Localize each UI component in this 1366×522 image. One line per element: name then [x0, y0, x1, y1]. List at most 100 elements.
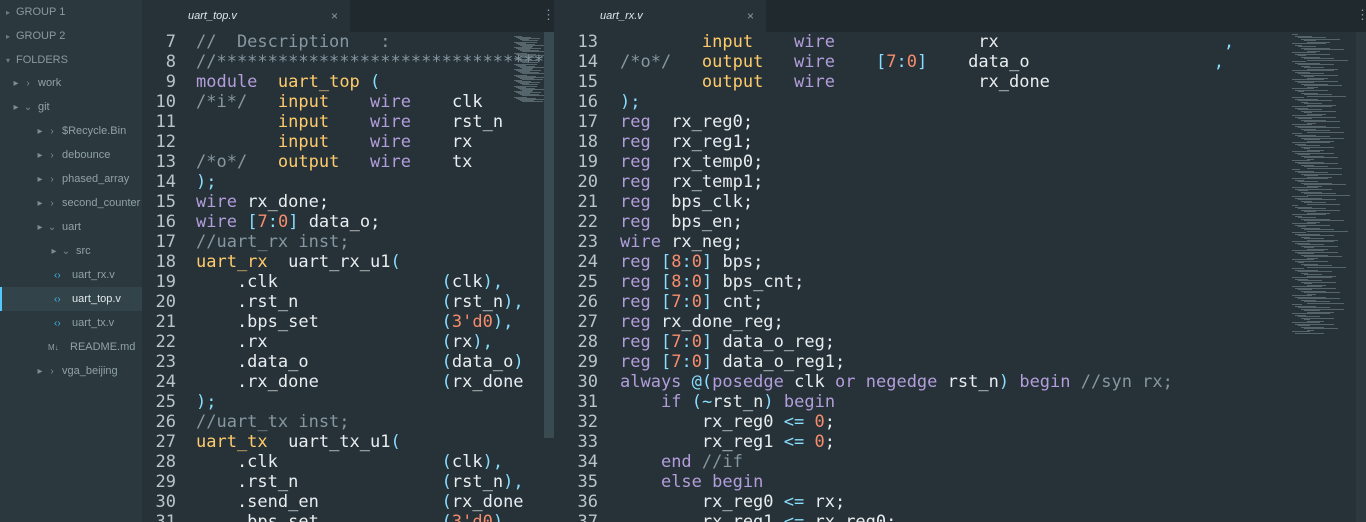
code-text: always @(posedge clk or negedge rst_n) b… [620, 372, 1173, 392]
tree-item-uart-top-v[interactable]: ‹› uart_top.v [0, 287, 142, 311]
folders-header[interactable]: ▾ FOLDERS [0, 49, 142, 71]
line-number: 21 [577, 192, 598, 212]
code-text: .rx_done (rx_done [196, 372, 524, 392]
minimap-mark [522, 56, 543, 58]
line-number: 25 [155, 392, 176, 412]
line-number: 17 [155, 232, 176, 252]
line-number: 15 [155, 192, 176, 212]
code-text: input wire rst_n [277, 112, 504, 132]
code-text: .rst_n (rst_n), [196, 292, 524, 312]
tree-item-phased-array[interactable]: ▸ › phased_array [0, 167, 142, 191]
group-1-header[interactable]: ▸ GROUP 1 [0, 1, 142, 23]
disclosure-triangle-icon[interactable]: ▸ [34, 360, 46, 384]
code-text: ); [196, 392, 217, 412]
disclosure-triangle-icon[interactable]: ▸ [48, 240, 60, 264]
markdown-file-icon: M↓ [48, 343, 59, 352]
chevron-right-icon: › [50, 150, 54, 161]
group-2-header[interactable]: ▸ GROUP 2 [0, 25, 142, 47]
close-icon[interactable]: × [747, 0, 754, 32]
tree-item-label: $Recycle.Bin [62, 125, 127, 137]
disclosure-triangle-icon[interactable]: ▸ [34, 192, 46, 216]
tree-item-label: uart_tx.v [72, 317, 115, 329]
code-text: output wire rx_done [701, 72, 1050, 92]
tree-item-second-counter[interactable]: ▸ › second_counter [0, 191, 142, 215]
code-file-icon: ‹› [54, 270, 61, 281]
disclosure-triangle-icon[interactable]: ▸ [34, 144, 46, 168]
chevron-right-icon: ▸ [6, 8, 11, 17]
minimap-right[interactable] [1290, 32, 1356, 522]
code-text: rx_reg1 <= rx_reg0; [620, 512, 897, 522]
tab-bar-right: ‹ › uart_rx.v × ⋮ [554, 0, 1366, 32]
code-text: reg bps_clk; [620, 192, 754, 212]
line-number: 16 [577, 92, 598, 112]
chevron-down-icon: ⌄ [23, 102, 33, 113]
tree-item-readme-md[interactable]: M↓ README.md [0, 335, 142, 359]
tree-item-vga-beijing[interactable]: ▸ › vga_beijing [0, 359, 142, 383]
sidebar: ▸ GROUP 1 ▸ GROUP 2 ▾ FOLDERS ▸ › work ▸ ⌄ git ▸ ›… [0, 0, 142, 522]
minimap-left[interactable] [512, 32, 548, 522]
tree-item-label: git [38, 101, 50, 113]
scrollbar-left[interactable] [544, 32, 554, 438]
code-text: .clk (clk), [196, 452, 504, 472]
line-number: 12 [155, 132, 176, 152]
tree-item-label: src [76, 245, 91, 257]
minimap-mark [1307, 230, 1348, 232]
minimap-mark [1307, 167, 1342, 169]
code-text: // Description : [196, 32, 391, 52]
disclosure-triangle-icon[interactable]: ▸ [34, 216, 46, 240]
tree-item-label: uart_top.v [72, 293, 121, 305]
tab-title: uart_top.v [188, 10, 237, 22]
line-number: 18 [577, 132, 598, 152]
line-number: 35 [577, 472, 598, 492]
code-text: reg rx_reg0; [620, 112, 754, 132]
tree-item-uart-tx-v[interactable]: ‹› uart_tx.v [0, 311, 142, 335]
code-text: .send_en (rx_done [196, 492, 524, 512]
line-number: 19 [155, 272, 176, 292]
code-text: .rst_n (rst_n), [196, 472, 524, 492]
disclosure-triangle-icon[interactable]: ▸ [34, 168, 46, 192]
tree-item-uart-rx-v[interactable]: ‹› uart_rx.v [0, 263, 142, 287]
line-number: 24 [577, 252, 598, 272]
code-text: .rx (rx), [196, 332, 493, 352]
chevron-right-icon: › [26, 78, 30, 89]
close-icon[interactable]: × [331, 0, 338, 32]
minimap-mark [1307, 95, 1346, 97]
code-text: input wire rx , [701, 32, 1235, 52]
disclosure-triangle-icon[interactable]: ▸ [10, 96, 22, 120]
line-number: 11 [155, 112, 176, 132]
disclosure-triangle-icon[interactable]: ▸ [10, 72, 22, 96]
minimap-mark [1307, 131, 1344, 133]
code-text: /*o*/ output wire tx [196, 152, 473, 172]
chevron-down-icon: ⌄ [61, 246, 71, 257]
disclosure-triangle-icon[interactable]: ▸ [34, 120, 46, 144]
code-text: uart_rx uart_rx_u1( [196, 252, 401, 272]
menu-dots-icon[interactable]: ⋮ [542, 0, 554, 32]
line-number: 34 [577, 452, 598, 472]
tree-item-src[interactable]: ▸ ⌄ src [0, 239, 142, 263]
tree-item-git[interactable]: ▸ ⌄ git [0, 95, 142, 119]
tab-uart-top[interactable]: uart_top.v × [142, 0, 350, 32]
code-text: uart_tx uart_tx_u1( [196, 432, 401, 452]
line-number: 8 [165, 52, 176, 72]
group-2-label: GROUP 2 [16, 30, 66, 42]
minimap-mark [1307, 302, 1344, 304]
line-number: 23 [577, 232, 598, 252]
scrollbar-right[interactable] [1356, 32, 1366, 522]
line-number: 9 [165, 72, 176, 92]
chevron-right-icon: ▸ [6, 32, 11, 41]
code-text: reg rx_reg1; [620, 132, 754, 152]
line-number: 25 [577, 272, 598, 292]
tree-item--recycle-bin[interactable]: ▸ › $Recycle.Bin [0, 119, 142, 143]
tree-item-work[interactable]: ▸ › work [0, 71, 142, 95]
chevron-down-icon: ⌄ [47, 222, 57, 233]
line-number: 27 [155, 432, 176, 452]
tree-item-uart[interactable]: ▸ ⌄ uart [0, 215, 142, 239]
menu-dots-icon[interactable]: ⋮ [1356, 0, 1366, 32]
minimap-mark [522, 100, 543, 102]
code-text: reg [7:0] data_o_reg; [620, 332, 836, 352]
line-number: 16 [155, 212, 176, 232]
editor-pane-left: ‹ › uart_top.v × ⋮ 7 // Description : 8 //*… [142, 0, 554, 522]
line-number: 32 [577, 412, 598, 432]
tree-item-debounce[interactable]: ▸ › debounce [0, 143, 142, 167]
tab-uart-rx[interactable]: uart_rx.v × [554, 0, 766, 32]
